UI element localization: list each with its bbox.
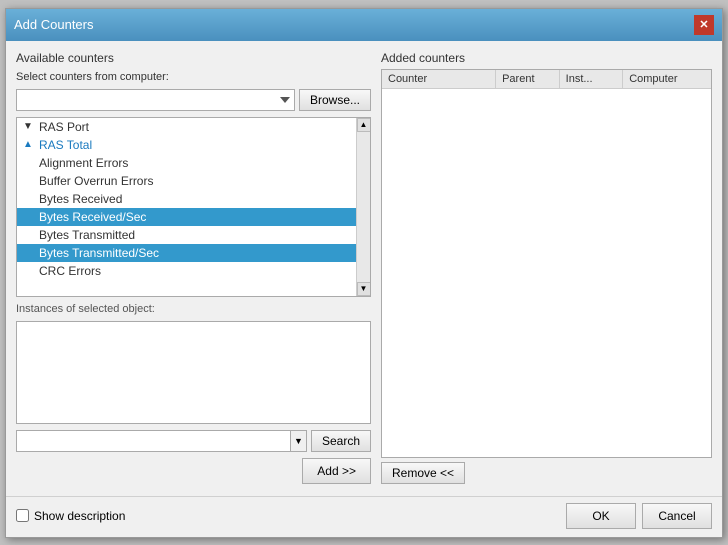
instances-box xyxy=(16,321,371,424)
search-row: ▼ Search xyxy=(16,430,371,452)
counters-list-container: ▼ RAS Port ▲ RAS Total Alignment Errors … xyxy=(16,117,371,297)
computer-select-label: Select counters from computer: xyxy=(16,71,371,83)
bottom-bar: Show description OK Cancel xyxy=(6,496,722,537)
list-item[interactable]: Alignment Errors xyxy=(17,154,370,172)
right-panel: Added counters Counter Parent Inst... Co… xyxy=(381,51,712,484)
added-counters-label: Added counters xyxy=(381,51,712,65)
title-bar: Add Counters ✕ xyxy=(6,9,722,41)
show-description-row: Show description xyxy=(16,509,125,523)
list-item[interactable]: Bytes Transmitted xyxy=(17,226,370,244)
browse-button[interactable]: Browse... xyxy=(299,89,371,111)
remove-row: Remove << xyxy=(381,462,712,484)
add-button[interactable]: Add >> xyxy=(302,458,371,484)
ok-button[interactable]: OK xyxy=(566,503,636,529)
cancel-button[interactable]: Cancel xyxy=(642,503,712,529)
scroll-up-arrow[interactable]: ▲ xyxy=(357,118,371,132)
left-panel: Available counters Select counters from … xyxy=(16,51,371,484)
list-item[interactable]: Buffer Overrun Errors xyxy=(17,172,370,190)
add-counters-dialog: Add Counters ✕ Available counters Select… xyxy=(5,8,723,538)
search-dropdown-button[interactable]: ▼ xyxy=(290,431,306,451)
computer-row: Browse... xyxy=(16,89,371,111)
action-buttons: OK Cancel xyxy=(566,503,712,529)
search-button[interactable]: Search xyxy=(311,430,371,452)
dialog-title: Add Counters xyxy=(14,17,94,32)
list-item-selected-2[interactable]: Bytes Transmitted/Sec xyxy=(17,244,370,262)
add-row: Add >> xyxy=(16,458,371,484)
instances-label: Instances of selected object: xyxy=(16,303,371,315)
show-description-checkbox[interactable] xyxy=(16,509,29,522)
computer-select[interactable] xyxy=(16,89,295,111)
th-inst[interactable]: Inst... xyxy=(560,70,624,88)
list-item[interactable]: ▲ RAS Total xyxy=(17,136,370,154)
chevron-up-icon: ▲ xyxy=(23,139,35,150)
chevron-down-icon: ▼ xyxy=(23,121,35,132)
scroll-track[interactable] xyxy=(357,132,371,282)
th-counter[interactable]: Counter xyxy=(382,70,496,88)
th-parent[interactable]: Parent xyxy=(496,70,560,88)
list-item-selected[interactable]: Bytes Received/Sec xyxy=(17,208,370,226)
list-item[interactable]: Bytes Received xyxy=(17,190,370,208)
dialog-body: Available counters Select counters from … xyxy=(6,41,722,494)
added-counters-table: Counter Parent Inst... Computer xyxy=(381,69,712,458)
show-description-label: Show description xyxy=(34,509,125,523)
search-input[interactable] xyxy=(17,431,290,451)
th-computer[interactable]: Computer xyxy=(623,70,711,88)
remove-button[interactable]: Remove << xyxy=(381,462,465,484)
list-item[interactable]: CRC Errors xyxy=(17,262,370,280)
table-header: Counter Parent Inst... Computer xyxy=(382,70,711,89)
scrollbar[interactable]: ▲ ▼ xyxy=(356,118,370,296)
counters-list: ▼ RAS Port ▲ RAS Total Alignment Errors … xyxy=(17,118,370,280)
list-item[interactable]: ▼ RAS Port xyxy=(17,118,370,136)
available-counters-label: Available counters xyxy=(16,51,371,65)
scroll-down-arrow[interactable]: ▼ xyxy=(357,282,371,296)
search-input-wrapper: ▼ xyxy=(16,430,307,452)
close-button[interactable]: ✕ xyxy=(694,15,714,35)
